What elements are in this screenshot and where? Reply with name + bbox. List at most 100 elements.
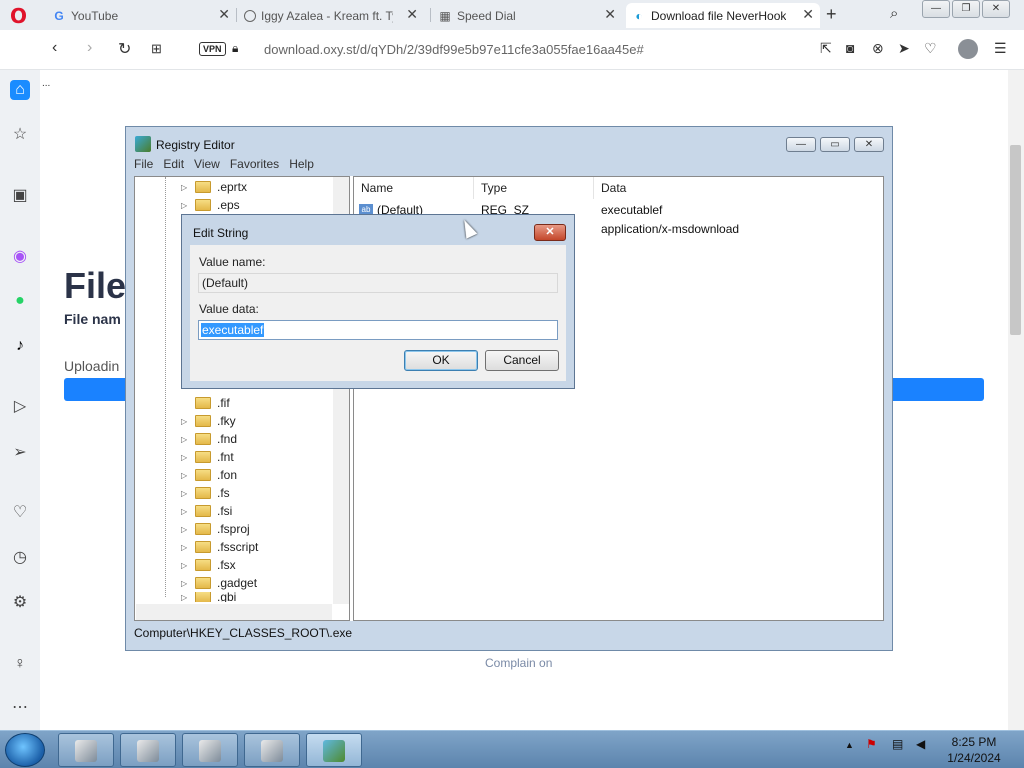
heart-icon[interactable]: ♡ — [10, 503, 30, 523]
ok-button[interactable]: OK — [404, 350, 478, 371]
new-tab-button[interactable]: + — [826, 4, 837, 25]
column-header-data[interactable]: Data — [594, 177, 883, 199]
minimize-button[interactable]: — — [922, 0, 950, 18]
tree-node[interactable]: ▷ .gbi — [181, 592, 236, 602]
close-icon[interactable]: ✕ — [604, 6, 616, 23]
value-data[interactable]: application/x-msdownload — [601, 222, 739, 236]
menu-favorites[interactable]: Favorites — [230, 157, 279, 175]
expand-icon[interactable]: ▷ — [181, 593, 191, 602]
cancel-button[interactable]: Cancel — [485, 350, 559, 371]
tab-download-file[interactable]: ◐ Download file NeverHook ✕ — [626, 3, 820, 28]
expand-icon[interactable]: ▷ — [181, 183, 191, 192]
close-icon[interactable]: ✕ — [406, 6, 418, 23]
column-header-name[interactable]: Name — [354, 177, 474, 199]
tiktok-icon[interactable]: ♪ — [10, 336, 30, 356]
expand-icon[interactable]: ▷ — [181, 579, 191, 588]
forward-icon[interactable]: › — [87, 39, 92, 57]
close-button[interactable]: ✕ — [534, 224, 566, 241]
tree-node[interactable]: .fif — [181, 394, 230, 412]
expand-icon[interactable]: ▷ — [181, 201, 191, 210]
tree-node[interactable]: ▷ .fsproj — [181, 520, 250, 538]
profile-avatar[interactable] — [958, 39, 978, 59]
tree-node[interactable]: ▷ .fsi — [181, 502, 232, 520]
settings-menu-icon[interactable]: ☰ — [994, 40, 1007, 57]
page-title: File — [64, 265, 127, 306]
tree-node[interactable]: ▷ .fsx — [181, 556, 236, 574]
value-data-input[interactable]: executablef — [198, 320, 558, 340]
menu-help[interactable]: Help — [289, 157, 314, 175]
minimize-button[interactable]: — — [786, 137, 816, 152]
expand-icon[interactable]: ▷ — [181, 507, 191, 516]
opera-logo[interactable]: O — [10, 6, 30, 26]
menu-edit[interactable]: Edit — [163, 157, 184, 175]
tree-node[interactable]: ▷ .fnt — [181, 448, 234, 466]
taskbar-item[interactable] — [182, 733, 238, 767]
close-icon[interactable]: ✕ — [218, 6, 230, 23]
tab-search-icon[interactable]: ⌕ — [890, 5, 898, 22]
gear-icon[interactable]: ⚙ — [10, 593, 30, 613]
shopping-icon[interactable]: ▣ — [10, 186, 30, 206]
tree-node[interactable]: ▷ .eps — [181, 196, 240, 214]
player-icon[interactable]: ▷ — [10, 397, 30, 417]
vpn-badge[interactable]: VPN — [199, 42, 226, 56]
lock-icon[interactable]: 🔒︎ — [232, 41, 238, 56]
camera-icon[interactable]: ◙ — [846, 40, 854, 56]
close-button[interactable]: ✕ — [982, 0, 1010, 18]
complain-link[interactable]: Complain on — [485, 656, 552, 670]
messenger-icon[interactable]: ◉ — [10, 247, 30, 267]
network-icon[interactable]: ▤ — [892, 737, 903, 751]
heart-icon[interactable]: ♡ — [924, 40, 937, 57]
tab-iggy-azalea[interactable]: Iggy Azalea - Kream ft. Ty ✕ — [238, 3, 424, 28]
adblock-icon[interactable]: ⊗ — [872, 40, 884, 57]
clock[interactable]: 8:25 PM 1/24/2024 — [944, 734, 1004, 766]
send-icon[interactable]: ➢ — [10, 443, 30, 463]
tab-grid-icon[interactable]: ⊞ — [151, 41, 162, 57]
maximize-button[interactable]: ▭ — [820, 137, 850, 152]
expand-icon[interactable]: ▷ — [181, 417, 191, 426]
back-icon[interactable]: ‹ — [52, 39, 57, 57]
bookmark-icon[interactable]: ☆ — [10, 125, 30, 145]
expand-icon[interactable]: ▷ — [181, 561, 191, 570]
url-field[interactable]: download.oxy.st/d/qYDh/2/39df99e5b97e11c… — [264, 42, 644, 57]
home-icon[interactable]: ⌂ — [10, 80, 30, 100]
tab-speed-dial[interactable]: ▦ Speed Dial ✕ — [432, 3, 622, 28]
column-header-type[interactable]: Type — [474, 177, 594, 199]
tree-node[interactable]: ▷ .fky — [181, 412, 236, 430]
taskbar-item[interactable] — [244, 733, 300, 767]
tree-node[interactable]: ▷ .gadget — [181, 574, 257, 592]
close-icon[interactable]: ✕ — [802, 6, 814, 23]
tree-node[interactable]: ▷ .eprtx — [181, 178, 247, 196]
expand-icon[interactable]: ▷ — [181, 489, 191, 498]
taskbar-item-regedit[interactable] — [306, 733, 362, 767]
lightbulb-icon[interactable]: ♀ — [10, 654, 30, 674]
menu-view[interactable]: View — [194, 157, 220, 175]
close-button[interactable]: ✕ — [854, 137, 884, 152]
maximize-button[interactable]: ❐ — [952, 0, 980, 18]
expand-icon[interactable]: ▷ — [181, 453, 191, 462]
expand-icon[interactable]: ▷ — [181, 435, 191, 444]
tree-node[interactable]: ▷ .fnd — [181, 430, 237, 448]
tree-horizontal-scrollbar[interactable] — [136, 604, 332, 620]
expand-icon[interactable]: ▷ — [181, 543, 191, 552]
send-icon[interactable]: ➤ — [898, 40, 910, 57]
expand-icon[interactable]: ▷ — [181, 525, 191, 534]
tree-node[interactable]: ▷ .fsscript — [181, 538, 258, 556]
more-icon[interactable]: ⋯ — [10, 698, 30, 718]
menu-file[interactable]: File — [134, 157, 153, 175]
reload-icon[interactable]: ↻ — [118, 39, 131, 59]
tree-node[interactable]: ▷ .fs — [181, 484, 230, 502]
taskbar-item[interactable] — [58, 733, 114, 767]
volume-mute-icon[interactable]: ◀ — [916, 737, 925, 751]
start-button[interactable] — [5, 733, 45, 767]
taskbar-item[interactable] — [120, 733, 176, 767]
tree-node[interactable]: ▷ .fon — [181, 466, 237, 484]
expand-icon[interactable]: ▷ — [181, 471, 191, 480]
page-scrollbar-thumb[interactable] — [1010, 145, 1021, 335]
tray-expand-icon[interactable]: ▲ — [845, 740, 854, 750]
security-flag-icon[interactable]: ⚑ — [866, 737, 877, 751]
whatsapp-icon[interactable]: ● — [10, 291, 30, 311]
history-icon[interactable]: ◷ — [10, 548, 30, 568]
value-data[interactable]: executablef — [601, 203, 662, 217]
tab-youtube[interactable]: G YouTube ✕ — [46, 3, 236, 28]
share-icon[interactable]: ⇱ — [820, 40, 832, 57]
